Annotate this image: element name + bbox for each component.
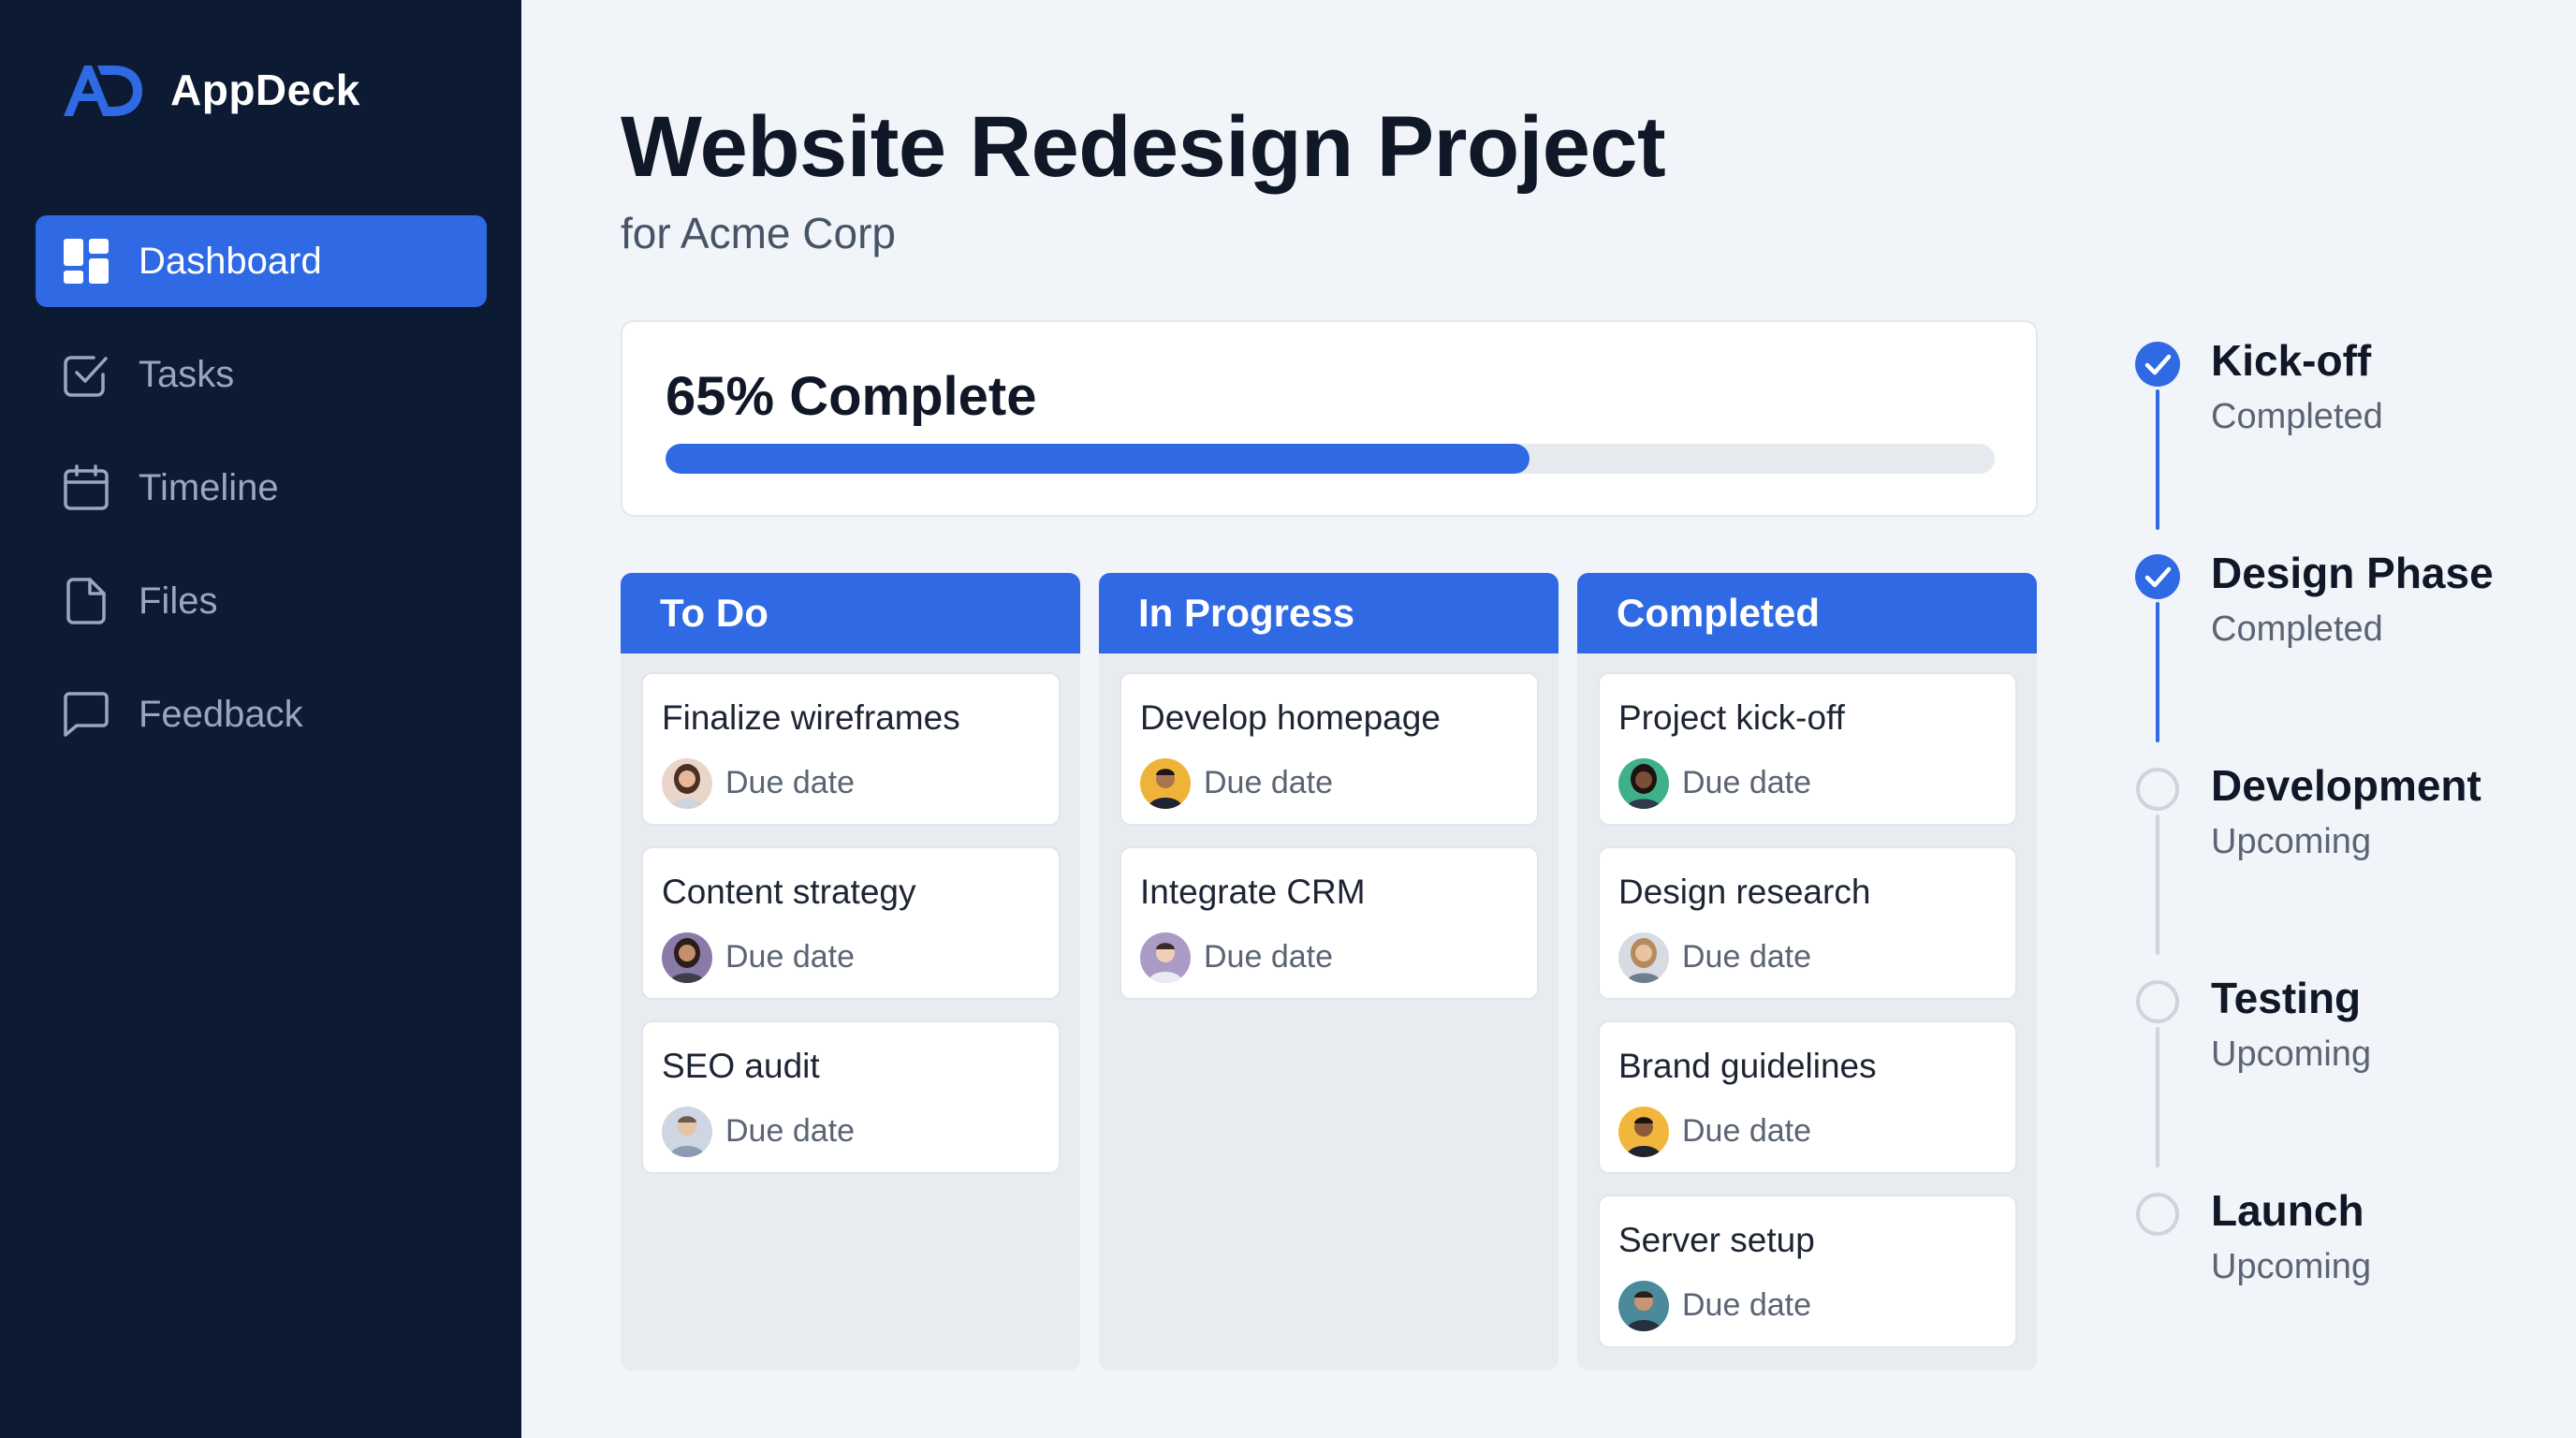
file-icon — [62, 577, 110, 625]
check-circle-icon — [2135, 554, 2180, 599]
page-subtitle: for Acme Corp — [621, 209, 896, 257]
milestone-status: Upcoming — [2211, 822, 2372, 861]
avatar — [1618, 1281, 1669, 1331]
sidebar-item-label: Dashboard — [139, 240, 322, 282]
task-card[interactable]: Content strategy Due date — [641, 846, 1061, 1000]
task-title: Content strategy — [662, 873, 916, 911]
task-card[interactable]: Server setup Due date — [1598, 1195, 2017, 1348]
brand[interactable]: AppDeck — [60, 60, 360, 120]
empty-circle-icon — [2136, 768, 2179, 811]
task-card[interactable]: Finalize wireframes Due date — [641, 672, 1061, 826]
column-header: Completed — [1577, 573, 2037, 653]
milestone-title: Kick-off — [2211, 336, 2372, 385]
avatar — [1140, 932, 1191, 983]
checkbox-icon — [62, 350, 110, 399]
milestone-design-phase[interactable]: Design Phase Completed — [2125, 540, 2555, 653]
progress-bar-fill — [666, 444, 1530, 474]
task-card[interactable]: Brand guidelines Due date — [1598, 1020, 2017, 1174]
due-date: Due date — [1682, 939, 1811, 975]
check-circle-icon — [2135, 342, 2180, 387]
sidebar-item-tasks[interactable]: Tasks — [36, 329, 487, 420]
column-completed: Completed Project kick-off Due date Desi… — [1577, 573, 2037, 1371]
sidebar-item-label: Tasks — [139, 353, 235, 395]
milestone-status: Upcoming — [2211, 1247, 2372, 1286]
sidebar-nav: Dashboard Tasks Timeline Files Feedback — [36, 215, 487, 782]
sidebar-item-feedback[interactable]: Feedback — [36, 668, 487, 760]
dashboard-icon — [62, 237, 110, 286]
milestone-title: Design Phase — [2211, 549, 2494, 597]
task-title: Finalize wireframes — [662, 698, 960, 737]
milestone-title: Testing — [2211, 974, 2362, 1022]
sidebar-item-label: Feedback — [139, 693, 303, 735]
milestone-status: Completed — [2211, 609, 2383, 649]
progress-card: 65% Complete — [621, 320, 2038, 517]
empty-circle-icon — [2136, 1193, 2179, 1236]
task-title: Server setup — [1618, 1221, 1815, 1259]
milestone-testing[interactable]: Testing Upcoming — [2125, 965, 2555, 1078]
milestone-title: Launch — [2211, 1186, 2364, 1235]
column-in-progress: In Progress Develop homepage Due date In… — [1099, 573, 1559, 1371]
milestone-status: Upcoming — [2211, 1034, 2372, 1074]
milestone-launch[interactable]: Launch Upcoming — [2125, 1178, 2555, 1290]
task-title: Project kick-off — [1618, 698, 1845, 737]
task-card[interactable]: Design research Due date — [1598, 846, 2017, 1000]
task-title: Develop homepage — [1140, 698, 1441, 737]
task-title: Design research — [1618, 873, 1871, 911]
sidebar-item-files[interactable]: Files — [36, 555, 487, 647]
calendar-icon — [62, 463, 110, 512]
task-title: Integrate CRM — [1140, 873, 1366, 911]
milestone-kickoff[interactable]: Kick-off Completed — [2125, 328, 2555, 440]
due-date: Due date — [725, 1113, 855, 1149]
due-date: Due date — [1204, 765, 1333, 800]
avatar — [662, 758, 712, 809]
task-card[interactable]: Integrate CRM Due date — [1120, 846, 1539, 1000]
due-date: Due date — [1204, 939, 1333, 975]
avatar — [1618, 1107, 1669, 1157]
column-header: To Do — [621, 573, 1080, 653]
brand-name: AppDeck — [170, 66, 360, 114]
sidebar-item-timeline[interactable]: Timeline — [36, 442, 487, 534]
empty-circle-icon — [2136, 980, 2179, 1023]
task-card[interactable]: SEO audit Due date — [641, 1020, 1061, 1174]
due-date: Due date — [725, 939, 855, 975]
sidebar-item-label: Files — [139, 580, 218, 622]
task-title: Brand guidelines — [1618, 1047, 1877, 1085]
column-todo: To Do Finalize wireframes Due date Conte… — [621, 573, 1080, 1371]
due-date: Due date — [1682, 1113, 1811, 1149]
milestone-development[interactable]: Development Upcoming — [2125, 753, 2555, 865]
task-card[interactable]: Project kick-off Due date — [1598, 672, 2017, 826]
page-title: Website Redesign Project — [621, 99, 1666, 195]
progress-label: 65% Complete — [666, 366, 1037, 427]
milestone-status: Completed — [2211, 397, 2383, 436]
milestone-title: Development — [2211, 761, 2481, 810]
task-card[interactable]: Develop homepage Due date — [1120, 672, 1539, 826]
sidebar-item-dashboard[interactable]: Dashboard — [36, 215, 487, 307]
avatar — [1618, 758, 1669, 809]
avatar — [1140, 758, 1191, 809]
column-header: In Progress — [1099, 573, 1559, 653]
task-title: SEO audit — [662, 1047, 820, 1085]
avatar — [1618, 932, 1669, 983]
due-date: Due date — [1682, 765, 1811, 800]
avatar — [662, 932, 712, 983]
due-date: Due date — [725, 765, 855, 800]
sidebar-item-label: Timeline — [139, 466, 279, 508]
progress-bar — [666, 444, 1995, 474]
avatar — [662, 1107, 712, 1157]
chat-icon — [62, 690, 110, 739]
appdeck-logo-icon — [64, 66, 142, 116]
sidebar: AppDeck Dashboard Tasks Timeline Files F… — [0, 0, 521, 1438]
due-date: Due date — [1682, 1287, 1811, 1323]
